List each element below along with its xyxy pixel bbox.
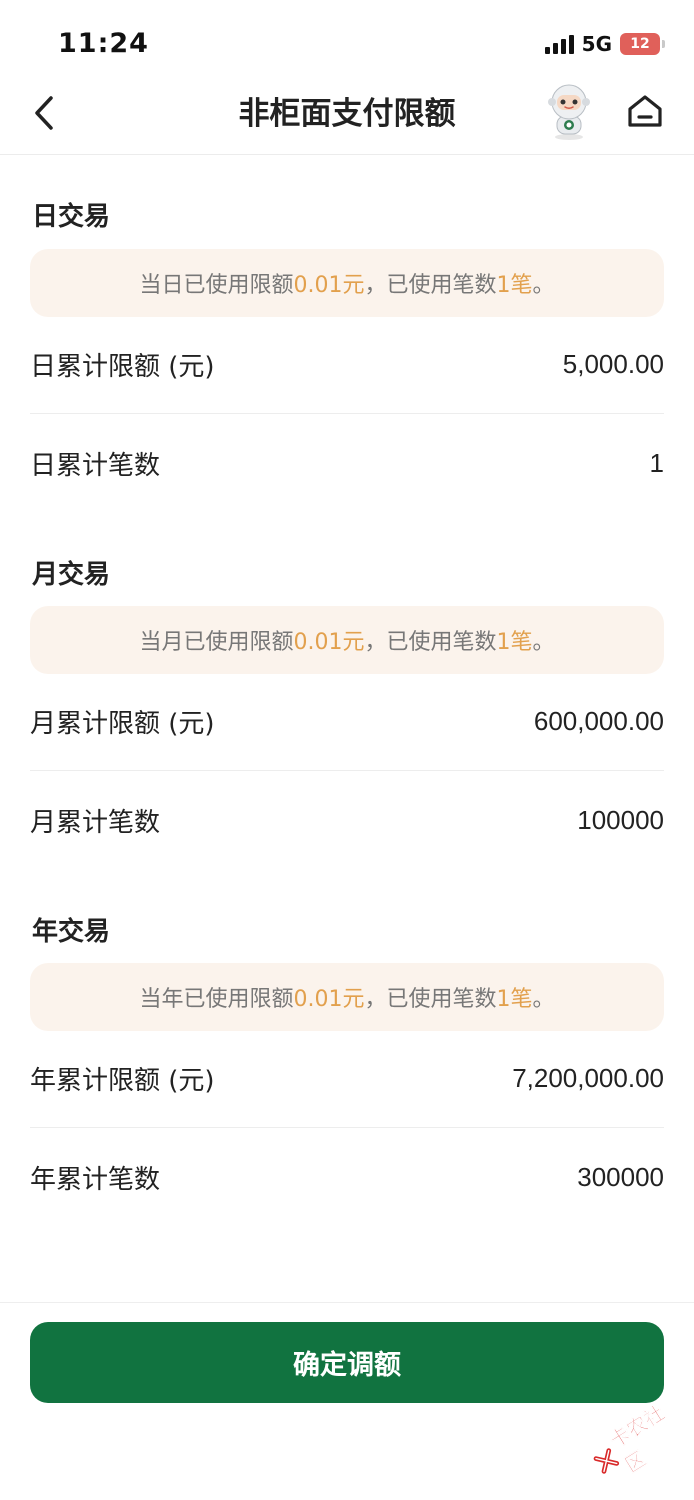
watermark-logo: 卡农社区 <box>582 1388 694 1492</box>
footer-divider <box>0 1302 694 1303</box>
battery-level: 12 <box>630 36 650 52</box>
network-type: 5G <box>581 32 612 56</box>
notice-prefix: 当月已使用限额 <box>139 630 294 655</box>
yearly-usage-notice: 当年已使用限额 0.01元 ，已使用笔数 1笔。 <box>30 963 664 1031</box>
home-icon <box>628 95 662 127</box>
nav-bar: 非柜面支付限额 <box>0 80 694 155</box>
signal-icon <box>544 34 574 54</box>
row-value: 300000 <box>577 1161 664 1192</box>
notice-count: 1笔 <box>496 273 533 298</box>
daily-count-row[interactable]: 日累计笔数 1 <box>30 414 664 512</box>
daily-section-title: 日交易 <box>32 202 111 232</box>
row-value: 5,000.00 <box>562 349 664 379</box>
row-value: 1 <box>649 447 664 478</box>
home-button[interactable] <box>620 86 670 136</box>
confirm-adjust-button[interactable]: 确定调额 <box>30 1322 664 1403</box>
row-value: 100000 <box>577 804 664 835</box>
notice-prefix: 当年已使用限额 <box>139 987 294 1012</box>
robot-assistant-icon[interactable] <box>538 80 600 142</box>
notice-amount: 0.01元 <box>293 630 365 655</box>
row-label: 日累计笔数 <box>30 450 161 481</box>
monthly-count-row[interactable]: 月累计笔数 100000 <box>30 771 664 869</box>
notice-amount: 0.01元 <box>293 987 365 1012</box>
notice-suffix: 。 <box>532 273 555 298</box>
row-label: 月累计限额 (元) <box>30 709 215 739</box>
monthly-limit-row[interactable]: 月累计限额 (元) 600,000.00 <box>30 673 664 771</box>
monthly-usage-notice: 当月已使用限额 0.01元 ，已使用笔数 1笔。 <box>30 606 664 674</box>
row-value: 600,000.00 <box>533 706 664 736</box>
status-time: 11:24 <box>58 28 149 59</box>
notice-prefix: 当日已使用限额 <box>139 273 294 298</box>
notice-amount: 0.01元 <box>293 273 365 298</box>
yearly-section-title: 年交易 <box>32 917 111 947</box>
row-label: 年累计限额 (元) <box>30 1066 215 1096</box>
notice-suffix: 。 <box>532 987 555 1012</box>
battery-icon: 12 <box>620 33 665 55</box>
row-label: 月累计笔数 <box>30 807 161 838</box>
status-indicators: 5G 12 <box>544 32 665 56</box>
status-bar: 11:24 5G 12 <box>0 0 694 80</box>
notice-count: 1笔 <box>496 987 533 1012</box>
row-value: 7,200,000.00 <box>512 1063 664 1093</box>
notice-suffix: 。 <box>532 630 555 655</box>
daily-limit-row[interactable]: 日累计限额 (元) 5,000.00 <box>30 316 664 414</box>
daily-usage-notice: 当日已使用限额 0.01元 ，已使用笔数 1笔。 <box>30 249 664 317</box>
monthly-section-title: 月交易 <box>32 560 111 590</box>
row-label: 年累计笔数 <box>30 1164 161 1195</box>
notice-count: 1笔 <box>496 630 533 655</box>
yearly-limit-row[interactable]: 年累计限额 (元) 7,200,000.00 <box>30 1030 664 1128</box>
notice-middle: ，已使用笔数 <box>364 630 497 655</box>
row-label: 日累计限额 (元) <box>30 352 215 382</box>
notice-middle: ，已使用笔数 <box>364 273 497 298</box>
notice-middle: ，已使用笔数 <box>364 987 497 1012</box>
yearly-count-row[interactable]: 年累计笔数 300000 <box>30 1128 664 1226</box>
